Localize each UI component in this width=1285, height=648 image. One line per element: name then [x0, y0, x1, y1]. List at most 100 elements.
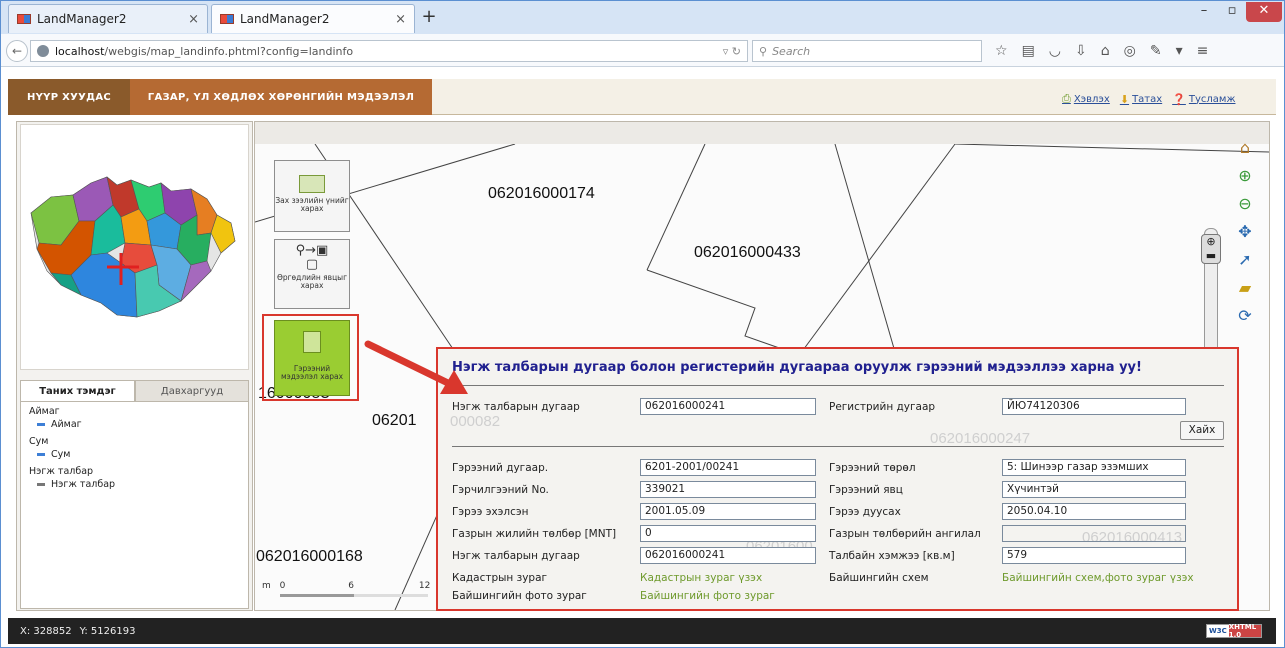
legend-tabs: Таних тэмдэг Давхаргууд: [20, 380, 249, 402]
start-date-field: 2001.05.09: [640, 503, 816, 520]
legend-item: Аймаг: [37, 419, 240, 430]
line-swatch: [37, 453, 45, 456]
tab-legend[interactable]: Таних тэмдэг: [20, 380, 135, 402]
parcel-label[interactable]: 06201: [372, 412, 417, 430]
help-label: Тусламж: [1188, 93, 1236, 105]
zoom-out-icon[interactable]: ⊖: [1238, 194, 1251, 213]
globe-icon: [37, 45, 49, 57]
workflow-icon: ⚲→▣ ▢: [295, 243, 329, 272]
zoom-in-icon[interactable]: ⊕: [1238, 166, 1251, 185]
home-icon[interactable]: ⌂: [1101, 43, 1110, 59]
browser-search-input[interactable]: ⚲ Search: [752, 40, 982, 62]
line-swatch: [37, 483, 45, 486]
parcel-number-input[interactable]: 062016000241: [640, 398, 816, 415]
map-home-icon[interactable]: ⌂: [1240, 138, 1250, 157]
contract-number-label: Гэрээний дугаар.: [452, 462, 549, 474]
mongolia-overview-svg: [30, 176, 236, 318]
url-path: /webgis/map_landinfo.phtml?config=landin…: [104, 44, 354, 58]
certificate-number-field: 339021: [640, 481, 816, 498]
print-icon: ⎙: [1062, 92, 1071, 105]
new-tab-button[interactable]: +: [418, 7, 440, 29]
ghost-parcel-label: 000082: [450, 413, 501, 430]
overview-map[interactable]: [20, 124, 249, 370]
download-link[interactable]: ⬇ Татах: [1120, 92, 1162, 106]
annual-fee-label: Газрын жилийн төлбөр [MNT]: [452, 528, 617, 540]
tab-close-icon[interactable]: ×: [188, 12, 199, 27]
nav-landinfo-tab[interactable]: ГАЗАР, ҮЛ ХӨДЛӨХ ХӨРӨНГИЙН МЭДЭЭЛЭЛ: [130, 79, 432, 115]
chat-icon[interactable]: ◎: [1124, 43, 1136, 59]
reading-list-icon[interactable]: ▤: [1022, 43, 1035, 59]
scale-unit: m: [262, 581, 271, 591]
help-link[interactable]: ❓ Тусламж: [1172, 92, 1235, 106]
area-field: 579: [1002, 547, 1186, 564]
browser-tab-1[interactable]: LandManager2 ×: [8, 4, 208, 33]
contract-type-label: Гэрээний төрөл: [829, 462, 916, 474]
tab-layers[interactable]: Давхаргууд: [135, 380, 249, 402]
legend-group-parcel: Нэгж талбар Нэгж талбар: [29, 466, 240, 490]
application-status-tool[interactable]: ⚲→▣ ▢ Өргөдлийн явцыг харах: [274, 239, 350, 309]
back-icon[interactable]: ←: [6, 40, 28, 62]
certificate-number-label: Гэрчилгээний No.: [452, 484, 549, 496]
start-date-label: Гэрээ эхэлсэн: [452, 506, 529, 518]
zoom-handle[interactable]: ⊕ ▬: [1201, 234, 1221, 264]
nav-home-tab[interactable]: НҮҮР ХУУДАС: [8, 79, 130, 115]
tab-title: LandManager2: [240, 12, 330, 26]
maximize-button[interactable]: ▫: [1216, 2, 1248, 22]
cadastre-map-link[interactable]: Кадастрын зураг үзэх: [640, 572, 762, 584]
url-host: localhost: [55, 44, 105, 58]
zoom-slider[interactable]: ⊕ ▬: [1195, 228, 1225, 358]
annotation-arrow-icon: [364, 340, 468, 394]
window-close-button[interactable]: ✕: [1246, 2, 1282, 22]
building-scheme-link[interactable]: Байшингийн схем,фото зураг үзэх: [1002, 572, 1194, 584]
pan-icon[interactable]: ✥: [1238, 222, 1251, 241]
parcel-number-label: Нэгж талбарын дугаар: [452, 401, 580, 413]
tab-title: LandManager2: [37, 12, 127, 26]
map-top-strip: [255, 122, 1269, 144]
chevron-down-icon[interactable]: ▾: [1176, 43, 1183, 59]
download-link-icon: ⬇: [1119, 92, 1130, 106]
building-photo-link[interactable]: Байшингийн фото зураг: [640, 590, 775, 602]
bookmark-star-icon[interactable]: ☆: [995, 43, 1008, 59]
search-icon: ⚲: [759, 44, 768, 58]
line-swatch: [37, 423, 45, 426]
register-number-input[interactable]: ЙЮ74120306: [1002, 398, 1186, 415]
end-date-field: 2050.04.10: [1002, 503, 1186, 520]
scale-tick: 6: [348, 581, 354, 591]
popup-title: Нэгж талбарын дугаар болон регистерийн д…: [452, 360, 1142, 375]
legend-item: Нэгж талбар: [37, 479, 240, 490]
scale-tick: 0: [279, 581, 286, 591]
market-price-tool[interactable]: Зах зээлийн үнийг харах: [274, 160, 350, 232]
parcel-label[interactable]: 062016000433: [694, 244, 801, 262]
download-icon[interactable]: ⇩: [1075, 43, 1087, 59]
print-link[interactable]: ⎙ Хэвлэх: [1062, 92, 1110, 106]
pocket-icon[interactable]: ◡: [1049, 43, 1061, 59]
browser-tab-2[interactable]: LandManager2 ×: [211, 4, 415, 33]
parcel-label[interactable]: 062016000174: [488, 185, 595, 203]
favicon-icon: [220, 14, 234, 24]
identify-icon[interactable]: ➚: [1238, 250, 1251, 269]
measure-icon[interactable]: ▰: [1239, 278, 1251, 297]
ghost-parcel-label: 062016000247: [930, 430, 1031, 447]
url-bar[interactable]: localhost /webgis/map_landinfo.phtml?con…: [30, 40, 748, 62]
search-button[interactable]: Хайх: [1180, 421, 1224, 440]
w3c-badge-left: W3C: [1209, 627, 1227, 635]
menu-icon[interactable]: ≡: [1197, 43, 1209, 59]
contract-type-field: 5: Шинээр газар эзэмших: [1002, 459, 1186, 476]
legend-group-title: Аймаг: [29, 406, 60, 417]
reload-icon[interactable]: ▿ ↻: [723, 45, 741, 58]
download-label: Татах: [1132, 93, 1163, 105]
divider: [452, 446, 1224, 447]
tab-close-icon[interactable]: ×: [395, 12, 406, 27]
browser-toolbar: ☆ ▤ ◡ ⇩ ⌂ ◎ ✎ ▾ ≡: [995, 40, 1208, 62]
highlight-box: [262, 314, 359, 401]
w3c-badge[interactable]: W3C XHTML 1.0: [1206, 623, 1262, 639]
w3c-badge-right: XHTML 1.0: [1228, 623, 1261, 639]
register-number-label: Регистрийн дугаар: [829, 401, 936, 413]
extension-icon[interactable]: ✎: [1150, 43, 1162, 59]
parcel-number-field: 062016000241: [640, 547, 816, 564]
cadastre-map-label: Кадастрын зураг: [452, 572, 548, 584]
legend-body: Аймаг Аймаг Сум Сум Нэгж талбар Нэгж тал…: [20, 401, 249, 609]
parcel-label[interactable]: 062016000168: [256, 548, 363, 566]
coord-x: X: 328852: [20, 625, 72, 637]
refresh-icon[interactable]: ⟳: [1238, 306, 1251, 325]
